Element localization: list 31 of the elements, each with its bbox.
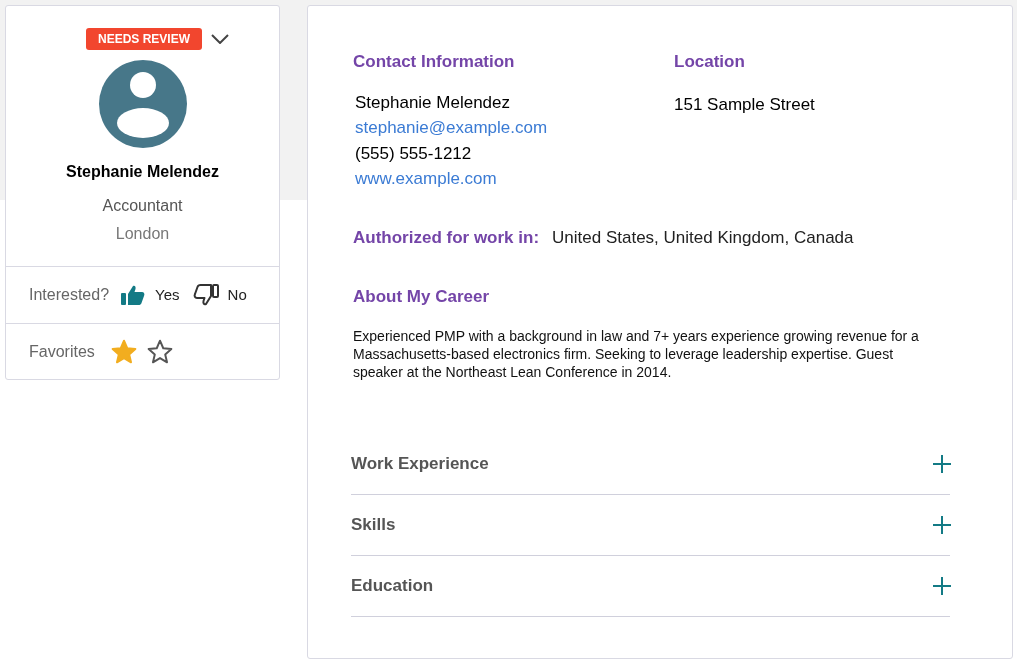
career-summary: Experienced PMP with a background in law and 7+ years experience growing revenue for a Massachusetts-based electronics firm. Seeking to leverage leadership expertise. Guest speaker at the Northeast Lean Conference in 2014. bbox=[353, 326, 920, 381]
plus-icon bbox=[932, 575, 952, 596]
thumbs-up-icon[interactable] bbox=[120, 284, 147, 306]
thumbs-down-icon[interactable] bbox=[192, 284, 219, 306]
phone-number: (555) 555-1212 bbox=[355, 142, 473, 165]
authorized-countries: United States, United Kingdom, Canada bbox=[552, 226, 854, 249]
status-badge: NEEDS REVIEW bbox=[86, 28, 202, 50]
section-heading: Location bbox=[674, 51, 746, 73]
plus-icon bbox=[932, 453, 952, 474]
accordion-header[interactable]: Skills bbox=[351, 494, 950, 556]
option-label: Yes bbox=[155, 284, 180, 305]
star-icon[interactable] bbox=[110, 339, 137, 364]
option-label: No bbox=[227, 284, 247, 305]
candidate-name: Stephanie Melendez bbox=[66, 162, 219, 182]
avatar-icon bbox=[98, 60, 187, 148]
favorites-label: Favorites bbox=[29, 341, 95, 362]
city: London bbox=[115, 224, 170, 244]
accordion-header[interactable]: Work Experience bbox=[351, 433, 950, 495]
plus-icon bbox=[932, 514, 952, 535]
accordion-header[interactable]: Education bbox=[351, 555, 950, 617]
address: 151 Sample Street bbox=[674, 93, 815, 116]
section-heading: About My Career bbox=[353, 286, 490, 308]
job-title: Accountant bbox=[102, 196, 183, 216]
section-heading: Contact Information bbox=[353, 51, 516, 73]
website-link[interactable]: www.example.com bbox=[355, 166, 497, 192]
interested-label: Interested? bbox=[29, 285, 110, 305]
authorized-label: Authorized for work in: bbox=[353, 226, 540, 249]
star-icon[interactable] bbox=[146, 339, 173, 364]
email-link[interactable]: stephanie@example.com bbox=[355, 115, 548, 141]
contact-name: Stephanie Melendez bbox=[355, 91, 511, 114]
chevron-down-icon[interactable] bbox=[211, 34, 229, 44]
